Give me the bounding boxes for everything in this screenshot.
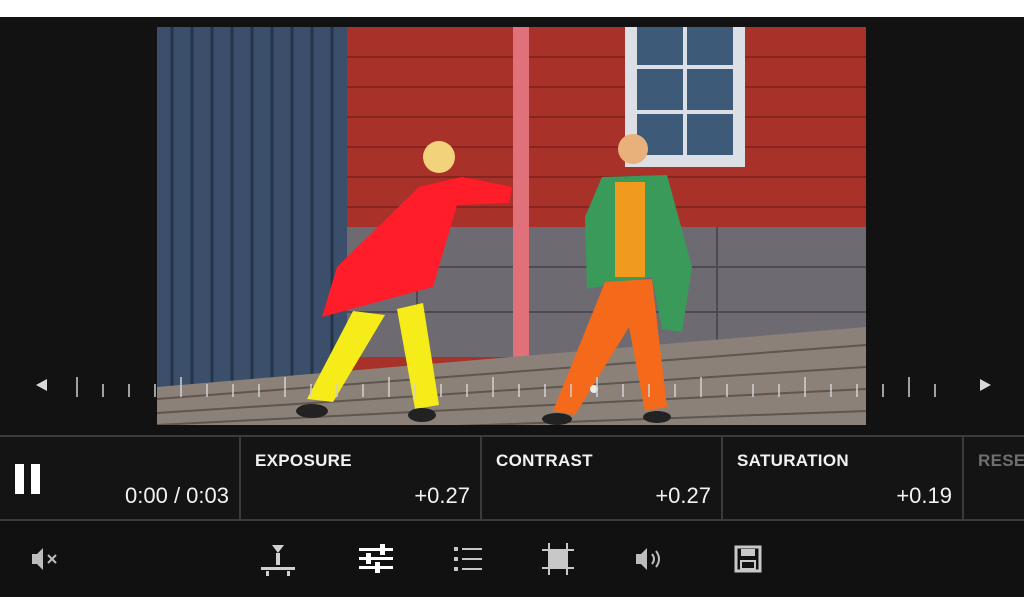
timeline-tick <box>232 384 234 397</box>
saturation-label: SATURATION <box>737 451 849 470</box>
timeline-tick <box>700 377 702 397</box>
timeline-tick <box>596 377 598 397</box>
timeline-tick <box>518 384 520 397</box>
timeline-tick <box>102 384 104 397</box>
crop-icon[interactable] <box>538 539 578 579</box>
timeline-tick <box>544 384 546 397</box>
exposure-value: +0.27 <box>414 483 470 508</box>
adjust-sliders-icon[interactable] <box>356 539 396 579</box>
timeline-tick <box>76 377 78 397</box>
save-icon[interactable] <box>728 539 768 579</box>
trim-icon[interactable] <box>258 539 298 579</box>
timeline-tick <box>128 384 130 397</box>
scrub-timeline[interactable] <box>60 375 960 399</box>
timeline-tick <box>466 384 468 397</box>
timeline-tick <box>622 384 624 397</box>
mute-icon[interactable] <box>26 539 66 579</box>
pause-icon[interactable] <box>14 464 42 494</box>
timeline-tick <box>414 384 416 397</box>
timeline-tick <box>648 384 650 397</box>
playback-cell: 0:00 / 0:03 <box>0 437 241 519</box>
timeline-tick <box>830 384 832 397</box>
saturation-value: +0.19 <box>896 483 952 508</box>
timeline-tick <box>310 384 312 397</box>
timeline-tick <box>908 377 910 397</box>
timeline-tick <box>440 384 442 397</box>
timeline-tick <box>804 377 806 397</box>
reset-label: RESE <box>978 451 1024 470</box>
saturation-adjustment[interactable]: SATURATION +0.19 <box>723 437 964 519</box>
timeline-tick <box>778 384 780 397</box>
timeline-tick <box>570 384 572 397</box>
timeline-tick <box>934 384 936 397</box>
timeline-tick <box>154 384 156 397</box>
adjustment-panel: 0:00 / 0:03 EXPOSURE +0.27 CONTRAST +0.2… <box>0 435 1024 521</box>
scrub-right-icon[interactable] <box>980 379 991 391</box>
timeline-tick <box>726 384 728 397</box>
exposure-adjustment[interactable]: EXPOSURE +0.27 <box>241 437 482 519</box>
timeline-tick <box>362 384 364 397</box>
timeline-tick <box>336 384 338 397</box>
timeline-tick <box>258 384 260 397</box>
timeline-tick <box>284 377 286 397</box>
bottom-toolbar <box>0 521 1024 597</box>
playback-time: 0:00 / 0:03 <box>125 483 229 508</box>
exposure-label: EXPOSURE <box>255 451 352 470</box>
video-stage <box>0 17 1024 435</box>
timeline-tick <box>180 377 182 397</box>
video-frame-image <box>157 27 866 425</box>
timeline-tick <box>882 384 884 397</box>
timeline-tick <box>492 377 494 397</box>
timeline-tick <box>752 384 754 397</box>
contrast-value: +0.27 <box>655 483 711 508</box>
timeline-tick <box>674 384 676 397</box>
timeline-tick <box>206 384 208 397</box>
scrub-left-icon[interactable] <box>36 379 47 391</box>
reset-button[interactable]: RESE <box>964 437 1024 519</box>
timeline-tick <box>856 384 858 397</box>
timeline-tick <box>388 377 390 397</box>
video-preview[interactable] <box>157 27 866 425</box>
video-editor-app: 0:00 / 0:03 EXPOSURE +0.27 CONTRAST +0.2… <box>0 17 1024 597</box>
list-icon[interactable] <box>448 539 488 579</box>
contrast-label: CONTRAST <box>496 451 593 470</box>
contrast-adjustment[interactable]: CONTRAST +0.27 <box>482 437 723 519</box>
volume-icon[interactable] <box>630 539 670 579</box>
